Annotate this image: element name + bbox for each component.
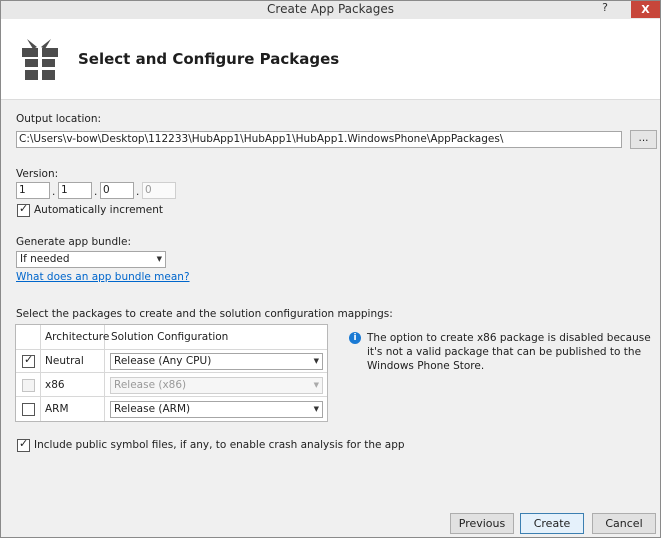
output-location-label: Output location: [16, 113, 102, 125]
checkmark-icon: ✓ [19, 202, 29, 215]
auto-increment-checkbox[interactable]: ✓ [17, 202, 30, 217]
version-revision-input: 0 [142, 182, 176, 199]
bundle-label: Generate app bundle: [16, 236, 132, 248]
output-location-input[interactable]: C:\Users\v-bow\Desktop\112233\HubApp1\Hu… [16, 131, 622, 148]
packages-table: Architecture Solution Configuration ✓ Ne… [15, 324, 328, 422]
create-button[interactable]: Create [520, 513, 584, 534]
help-button[interactable]: ? [602, 1, 608, 14]
arm-checkbox[interactable] [22, 403, 35, 416]
bundle-selected-value: If needed [20, 253, 70, 265]
neutral-config-select[interactable]: Release (Any CPU) ▼ [110, 353, 323, 370]
dropdown-arrow-icon: ▼ [313, 405, 319, 413]
gift-package-icon [22, 39, 58, 80]
bundle-help-link[interactable]: What does an app bundle mean? [16, 271, 190, 283]
create-app-packages-dialog: Create App Packages ? X Select and Confi… [0, 0, 661, 538]
dropdown-arrow-icon: ▼ [313, 381, 319, 389]
arm-config-value: Release (ARM) [114, 403, 191, 415]
x86-config-value: Release (x86) [114, 379, 187, 391]
arch-neutral: Neutral [45, 355, 84, 367]
version-label: Version: [16, 168, 59, 180]
dropdown-arrow-icon: ▼ [156, 255, 162, 263]
column-header-architecture: Architecture [45, 331, 110, 343]
dialog-body: Output location: C:\Users\v-bow\Desktop\… [1, 99, 660, 505]
dialog-header: Select and Configure Packages [1, 19, 660, 99]
bundle-select[interactable]: If needed ▼ [16, 251, 166, 268]
arch-x86: x86 [45, 379, 65, 391]
neutral-checkbox[interactable]: ✓ [22, 353, 35, 368]
window-title: Create App Packages [267, 2, 394, 16]
auto-increment-label: Automatically increment [34, 204, 164, 216]
browse-button[interactable]: ... [630, 130, 657, 149]
version-separator: . [52, 186, 56, 198]
cancel-button[interactable]: Cancel [592, 513, 656, 534]
packages-label: Select the packages to create and the so… [16, 308, 393, 320]
page-title: Select and Configure Packages [78, 50, 340, 68]
info-icon: i [349, 332, 361, 344]
column-header-solution-configuration: Solution Configuration [111, 331, 229, 343]
dialog-footer: Previous Create Cancel [1, 504, 660, 537]
x86-checkbox [22, 379, 35, 392]
checkmark-icon: ✓ [19, 437, 29, 450]
version-major-input[interactable]: 1 [16, 182, 50, 199]
dropdown-arrow-icon: ▼ [313, 357, 319, 365]
close-button[interactable]: X [631, 1, 660, 18]
neutral-config-value: Release (Any CPU) [114, 355, 212, 367]
version-separator: . [94, 186, 98, 198]
x86-disabled-info: The option to create x86 package is disa… [367, 332, 651, 372]
title-bar: Create App Packages ? X [1, 1, 660, 19]
version-separator: . [136, 186, 140, 198]
x86-config-select: Release (x86) ▼ [110, 377, 323, 394]
version-build-input[interactable]: 0 [100, 182, 134, 199]
arm-config-select[interactable]: Release (ARM) ▼ [110, 401, 323, 418]
previous-button[interactable]: Previous [450, 513, 514, 534]
symbols-label: Include public symbol files, if any, to … [34, 439, 405, 451]
symbols-checkbox[interactable]: ✓ [17, 437, 30, 452]
version-minor-input[interactable]: 1 [58, 182, 92, 199]
arch-arm: ARM [45, 403, 69, 415]
checkmark-icon: ✓ [24, 353, 34, 366]
